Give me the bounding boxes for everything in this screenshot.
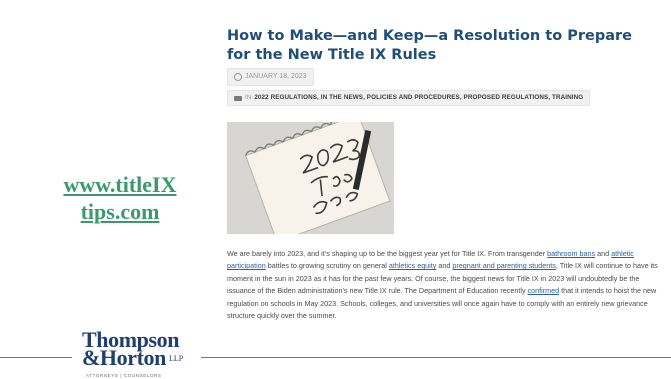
logo-llp: LLP [169, 354, 184, 363]
body-text-1: We are barely into 2023, and it’s shapin… [227, 249, 548, 258]
website-link-line1[interactable]: www.titleIX [28, 171, 212, 198]
body-text-4: and [436, 261, 453, 271]
footer-divider-left [0, 357, 72, 358]
body-text-3: battles to growing scrutiny on general [265, 261, 389, 271]
link-pregnant-parenting[interactable]: pregnant and parenting students [452, 261, 556, 270]
category-links[interactable]: 2022 REGULATIONS, IN THE NEWS, POLICIES … [254, 91, 583, 105]
article-screenshot: How to Make—and Keep—a Resolution to Pre… [215, 0, 671, 379]
logo-tagline: ATTORNEYS | COUNSELORS [86, 373, 162, 378]
footer-divider-right [201, 357, 671, 358]
clock-icon [234, 73, 242, 81]
category-bar: IN 2022 REGULATIONS, IN THE NEWS, POLICI… [227, 90, 591, 106]
date-badge: JANUARY 18, 2023 [227, 68, 314, 86]
website-link[interactable]: www.titleIX tips.com [28, 171, 212, 225]
link-confirmed[interactable]: confirmed [528, 286, 560, 295]
notebook-illustration [227, 122, 394, 234]
link-bathroom-bans[interactable]: bathroom bans [547, 249, 595, 258]
hero-image [227, 122, 394, 234]
post-date: JANUARY 18, 2023 [245, 73, 307, 80]
category-prefix: IN [245, 94, 252, 101]
folder-icon [234, 95, 242, 101]
article-body: We are barely into 2023, and it’s shapin… [227, 248, 659, 322]
body-text-2: and [595, 249, 612, 258]
logo-line2: &Horton [82, 345, 166, 370]
firm-logo: Thompson &Horton LLP ATTORNEYS | COUNSEL… [74, 329, 200, 379]
article-title[interactable]: How to Make—and Keep—a Resolution to Pre… [227, 27, 647, 65]
website-link-line2[interactable]: tips.com [28, 198, 212, 225]
link-athletics-equity[interactable]: athletics equity [389, 261, 437, 270]
slide: www.titleIX tips.com How to Make—and Kee… [0, 0, 671, 379]
